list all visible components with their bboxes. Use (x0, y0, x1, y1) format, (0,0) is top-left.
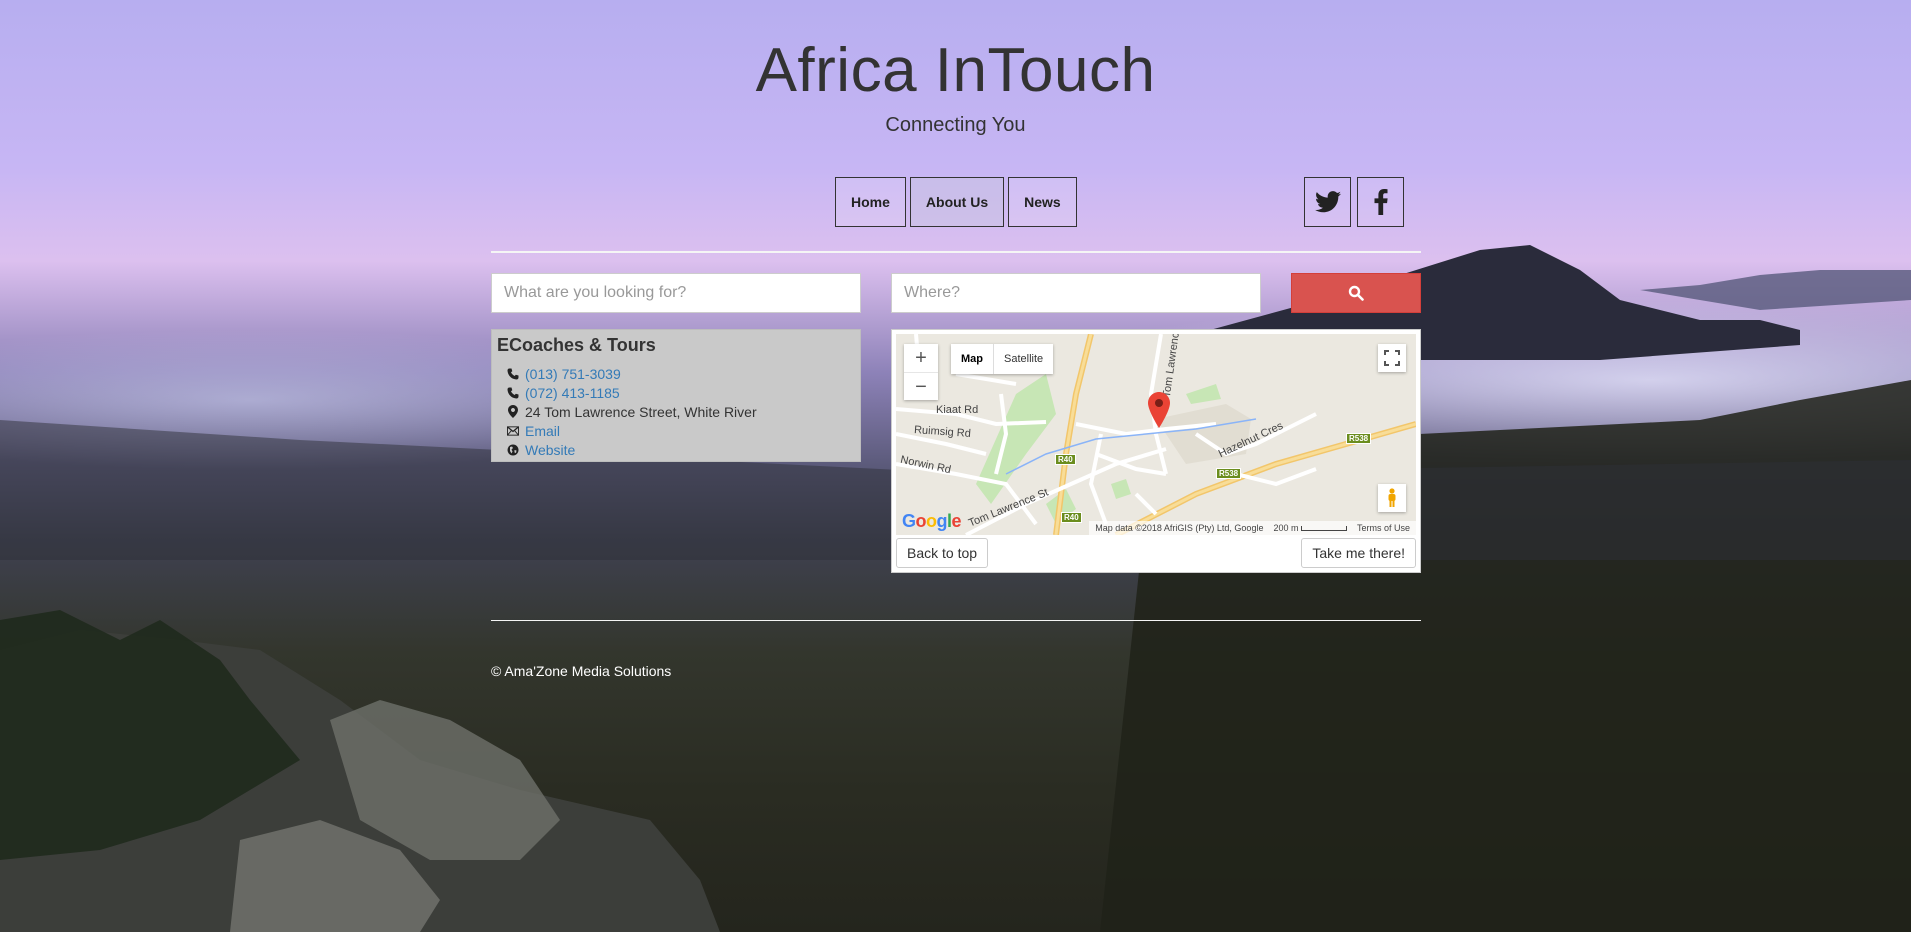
envelope-icon (507, 425, 519, 437)
fullscreen-icon (1384, 350, 1400, 366)
nav-news-button[interactable]: News (1008, 177, 1077, 227)
zoom-out-button[interactable]: − (904, 373, 938, 401)
social-links (1304, 177, 1404, 227)
search-icon (1348, 285, 1364, 301)
search-button[interactable] (1291, 273, 1421, 313)
footer-divider (491, 620, 1421, 621)
road-label: Kiaat Rd (936, 404, 979, 416)
nav-about-button[interactable]: About Us (909, 177, 1005, 227)
map-footer: Map data ©2018 AfriGIS (Pty) Ltd, Google… (1089, 521, 1416, 535)
listing-phone-link[interactable]: (013) 751-3039 (525, 366, 621, 382)
map-scale: 200 m (1273, 523, 1347, 533)
google-logo: Google (902, 511, 962, 531)
map-type-control: Map Satellite (951, 344, 1054, 374)
site-header: Africa InTouch Connecting You (0, 34, 1911, 137)
fullscreen-button[interactable] (1378, 344, 1406, 372)
facebook-icon (1374, 189, 1388, 215)
route-shield: R40 (1055, 454, 1076, 465)
zoom-in-button[interactable]: + (904, 344, 938, 373)
site-title: Africa InTouch (755, 36, 1156, 105)
listing-title: ECoaches & Tours (497, 335, 656, 355)
map-marker-icon (507, 405, 519, 418)
pegman-icon (1388, 488, 1396, 507)
twitter-button[interactable] (1304, 177, 1351, 227)
listing-card: ECoaches & Tours (013) 751-3039 (072) 41… (491, 329, 861, 462)
route-shield: R538 (1346, 433, 1372, 444)
listing-email-link[interactable]: Email (525, 423, 560, 439)
map-zoom-controls: + − (904, 344, 938, 400)
listing-phone-row: (072) 413-1185 (497, 383, 855, 402)
route-shield: R538 (1216, 468, 1242, 479)
map-attribution: Map data ©2018 AfriGIS (Pty) Ltd, Google (1095, 523, 1264, 533)
listing-address-row: 24 Tom Lawrence Street, White River (497, 402, 855, 421)
take-me-there-button[interactable]: Take me there! (1301, 538, 1416, 568)
search-where-input[interactable] (891, 273, 1261, 313)
globe-icon (507, 444, 519, 456)
site-tagline: Connecting You (885, 114, 1026, 136)
map-type-map-button[interactable]: Map (951, 344, 994, 374)
listing-website-row: Website (497, 440, 855, 459)
listing-phone-row: (013) 751-3039 (497, 364, 855, 383)
google-map[interactable]: Kiaat Rd Ruimsig Rd Norwin Rd Tom Lawren… (896, 334, 1416, 535)
phone-icon (507, 387, 519, 399)
back-to-top-button[interactable]: Back to top (896, 538, 989, 568)
map-type-satellite-button[interactable]: Satellite (994, 344, 1053, 374)
listing-email-row: Email (497, 421, 855, 440)
route-shield: R40 (1061, 512, 1082, 523)
twitter-icon (1314, 191, 1341, 213)
listing-address: 24 Tom Lawrence Street, White River (525, 403, 757, 420)
header-divider (491, 251, 1421, 253)
nav-home-button[interactable]: Home (835, 177, 906, 227)
listing-phone-link[interactable]: (072) 413-1185 (525, 385, 620, 401)
copyright-text: © Ama'Zone Media Solutions (491, 663, 672, 679)
facebook-button[interactable] (1357, 177, 1404, 227)
phone-icon (507, 368, 519, 380)
map-pin-icon[interactable] (1148, 392, 1170, 428)
listing-website-link[interactable]: Website (525, 442, 575, 458)
street-view-button[interactable] (1378, 484, 1406, 512)
map-terms-link[interactable]: Terms of Use (1357, 523, 1410, 533)
search-what-input[interactable] (491, 273, 861, 313)
main-nav: Home About Us News (835, 177, 1077, 227)
map-panel: Kiaat Rd Ruimsig Rd Norwin Rd Tom Lawren… (891, 329, 1421, 573)
